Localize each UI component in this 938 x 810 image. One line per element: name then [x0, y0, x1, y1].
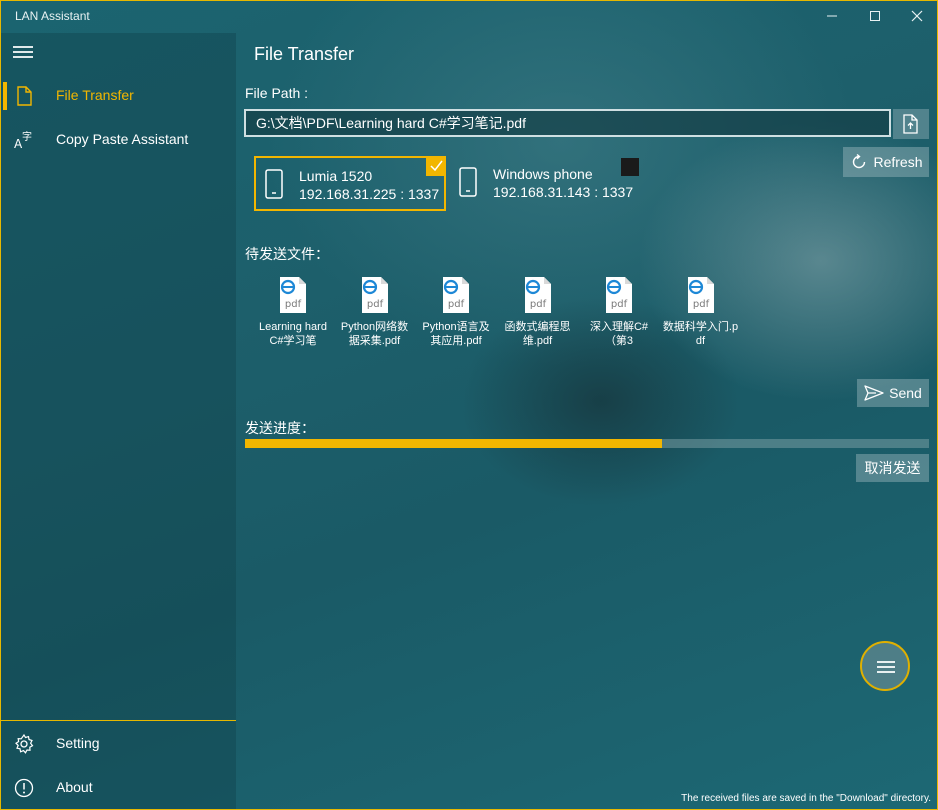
close-icon	[911, 10, 923, 22]
hamburger-line	[13, 56, 33, 58]
device-address: 192.168.31.225 : 1337	[299, 186, 440, 202]
page-title: File Transfer	[254, 44, 355, 64]
maximize-icon	[870, 11, 880, 21]
sidebar-divider	[1, 720, 236, 721]
maximize-button[interactable]	[852, 1, 898, 31]
sidebar-item-label: File Transfer	[56, 87, 134, 103]
file-path-input[interactable]	[244, 109, 891, 137]
file-type-text: pdf	[611, 299, 628, 310]
hamburger-line	[13, 51, 33, 53]
progress-fill	[245, 439, 663, 448]
pdf-file-icon: pdf	[280, 277, 306, 313]
file-type-text: pdf	[529, 299, 546, 310]
menu-line	[877, 671, 895, 673]
file-item[interactable]: pdf 函数式编程思维.pdf	[500, 276, 576, 348]
send-icon	[864, 385, 884, 401]
file-type-text: pdf	[366, 299, 383, 310]
active-indicator	[3, 82, 7, 110]
checkmark-icon	[430, 160, 443, 172]
pending-files-label: 待发送文件：	[245, 246, 329, 262]
phone-icon	[265, 169, 283, 199]
sidebar-item-setting[interactable]: Setting	[1, 722, 236, 766]
file-item[interactable]: pdf Python语言及其应用.pdf	[418, 276, 494, 348]
info-icon	[14, 778, 34, 798]
title-bar: LAN Assistant	[1, 1, 937, 33]
file-name: Python语言及其应用.pdf	[422, 321, 490, 347]
file-name: Learning hard C#学习笔	[259, 321, 327, 347]
pdf-file-icon: pdf	[606, 277, 632, 313]
menu-line	[877, 661, 895, 663]
sidebar-item-about[interactable]: About	[1, 766, 236, 809]
device-checkbox[interactable]	[621, 158, 639, 176]
device-card-lumia-1520[interactable]: Lumia 1520 192.168.31.225 : 1337	[254, 156, 446, 211]
sidebar-item-label: Copy Paste Assistant	[56, 131, 189, 147]
pdf-file-icon: pdf	[687, 277, 714, 313]
minimize-icon	[827, 15, 837, 17]
app-title: LAN Assistant	[15, 9, 90, 23]
refresh-icon	[853, 153, 866, 169]
svg-text:字: 字	[22, 130, 32, 143]
refresh-button[interactable]: Refresh	[843, 147, 929, 177]
sidebar: File Transfer A 字 Copy Paste Assistant S…	[1, 33, 236, 809]
hamburger-line	[13, 46, 33, 48]
pdf-file-icon: pdf	[361, 277, 388, 313]
gear-icon	[15, 733, 34, 754]
file-name: 数据科学入门.pdf	[662, 321, 739, 347]
pdf-file-icon: pdf	[524, 277, 551, 313]
device-card-windows-phone[interactable]: Windows phone 192.168.31.143 : 1337	[450, 156, 642, 211]
minimize-button[interactable]	[809, 1, 855, 31]
close-button[interactable]	[894, 1, 937, 31]
open-file-icon	[903, 114, 918, 134]
translate-icon: A 字	[14, 130, 32, 151]
footer-note: The received files are saved in the "Dow…	[681, 793, 931, 804]
browse-file-button[interactable]	[893, 109, 929, 139]
cancel-send-label: 取消发送	[864, 460, 921, 476]
file-name: 函数式编程思维.pdf	[504, 321, 571, 347]
file-type-text: pdf	[692, 299, 709, 310]
file-name: 深入理解C#（第3	[589, 321, 649, 347]
sidebar-item-copy-paste-assistant[interactable]: A 字 Copy Paste Assistant	[1, 118, 236, 162]
pdf-file-icon: pdf	[443, 277, 469, 313]
send-button[interactable]: Send	[857, 379, 929, 407]
file-type-text: pdf	[285, 299, 302, 310]
sidebar-item-label: About	[56, 779, 93, 795]
device-address: 192.168.31.143 : 1337	[493, 184, 634, 200]
send-label: Send	[889, 385, 922, 401]
sidebar-item-label: Setting	[56, 735, 100, 751]
progress-label: 发送进度：	[245, 420, 315, 436]
selected-check-badge	[426, 156, 446, 176]
file-item[interactable]: pdf 深入理解C#（第3	[581, 276, 657, 348]
hamburger-menu-button[interactable]	[13, 46, 35, 60]
app-window: LAN Assistant File Transfer A 字 Copy Pas…	[0, 0, 938, 810]
file-item[interactable]: pdf 数据科学入门.pdf	[663, 276, 739, 348]
file-path-label: File Path :	[245, 85, 309, 101]
device-name: Lumia 1520	[299, 168, 373, 184]
sidebar-item-file-transfer[interactable]: File Transfer	[1, 74, 236, 118]
file-icon	[17, 86, 32, 106]
device-name: Windows phone	[493, 166, 593, 182]
cancel-send-button[interactable]: 取消发送	[856, 454, 929, 482]
file-type-text: pdf	[448, 299, 465, 310]
floating-menu-button[interactable]	[860, 641, 910, 691]
file-item[interactable]: pdf Learning hard C#学习笔	[255, 276, 331, 348]
file-item[interactable]: pdf Python网络数据采集.pdf	[337, 276, 413, 348]
menu-line	[877, 666, 895, 668]
file-name: Python网络数据采集.pdf	[340, 321, 409, 347]
phone-icon	[459, 167, 477, 197]
send-progress-bar	[245, 439, 929, 448]
refresh-label: Refresh	[873, 154, 923, 170]
